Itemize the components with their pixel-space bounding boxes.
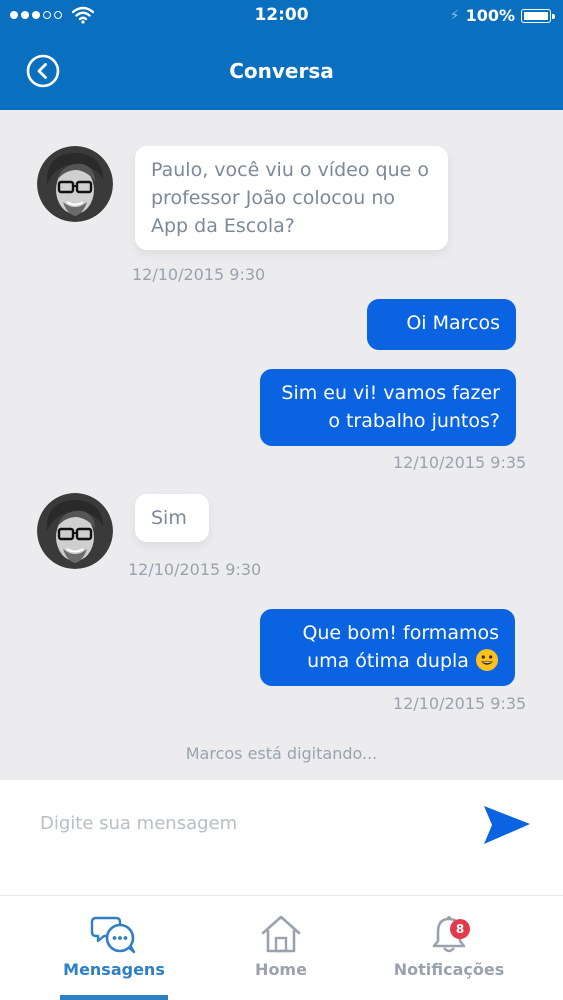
- app-header: 12:00 ⚡ 100% Conversa: [0, 0, 563, 110]
- tab-notificacoes[interactable]: Notificações: [355, 896, 543, 1000]
- page-title: Conversa: [229, 59, 334, 83]
- message-bubble-incoming[interactable]: Sim: [135, 494, 209, 542]
- tab-label: Home: [255, 960, 307, 979]
- message-bubble-incoming[interactable]: Paulo, você viu o vídeo que o professor …: [135, 146, 448, 250]
- message-input[interactable]: [40, 806, 440, 840]
- tab-bar: Mensagens Home Notificações: [0, 895, 563, 1000]
- status-bar: 12:00 ⚡ 100%: [0, 0, 563, 32]
- tab-mensagens[interactable]: Mensagens: [20, 896, 208, 1000]
- avatar[interactable]: [37, 146, 113, 222]
- charging-icon: ⚡: [449, 7, 460, 24]
- tab-label: Notificações: [393, 960, 505, 979]
- home-icon: [261, 915, 301, 953]
- message-composer: [0, 780, 563, 895]
- message-bubble-outgoing[interactable]: Sim eu vi! vamos fazer o trabalho juntos…: [260, 369, 516, 446]
- message-timestamp: 12/10/2015 9:30: [128, 560, 262, 579]
- message-bubble-outgoing[interactable]: Que bom! formamos uma ótima dupla: [260, 609, 515, 686]
- message-timestamp: 12/10/2015 9:30: [132, 265, 266, 284]
- battery-percentage: 100%: [465, 6, 515, 25]
- active-tab-indicator: [60, 995, 168, 1000]
- message-bubble-outgoing[interactable]: Oi Marcos: [367, 299, 516, 350]
- message-timestamp: 12/10/2015 9:35: [393, 453, 527, 472]
- message-timestamp: 12/10/2015 9:35: [393, 694, 527, 713]
- typing-indicator: Marcos está digitando...: [185, 744, 378, 763]
- tab-label: Mensagens: [63, 960, 165, 979]
- message-text: Que bom! formamos uma ótima dupla: [302, 622, 499, 672]
- notification-badge: 8: [450, 919, 470, 939]
- tab-home[interactable]: Home: [187, 896, 375, 1000]
- battery-icon: [521, 8, 555, 23]
- chat-bubbles-icon: [90, 916, 136, 954]
- send-button[interactable]: [482, 804, 532, 848]
- chat-area[interactable]: Paulo, você viu o vídeo que o professor …: [0, 110, 563, 780]
- grinning-emoji-icon: [475, 648, 499, 672]
- send-icon: [484, 806, 530, 844]
- avatar[interactable]: [37, 493, 113, 569]
